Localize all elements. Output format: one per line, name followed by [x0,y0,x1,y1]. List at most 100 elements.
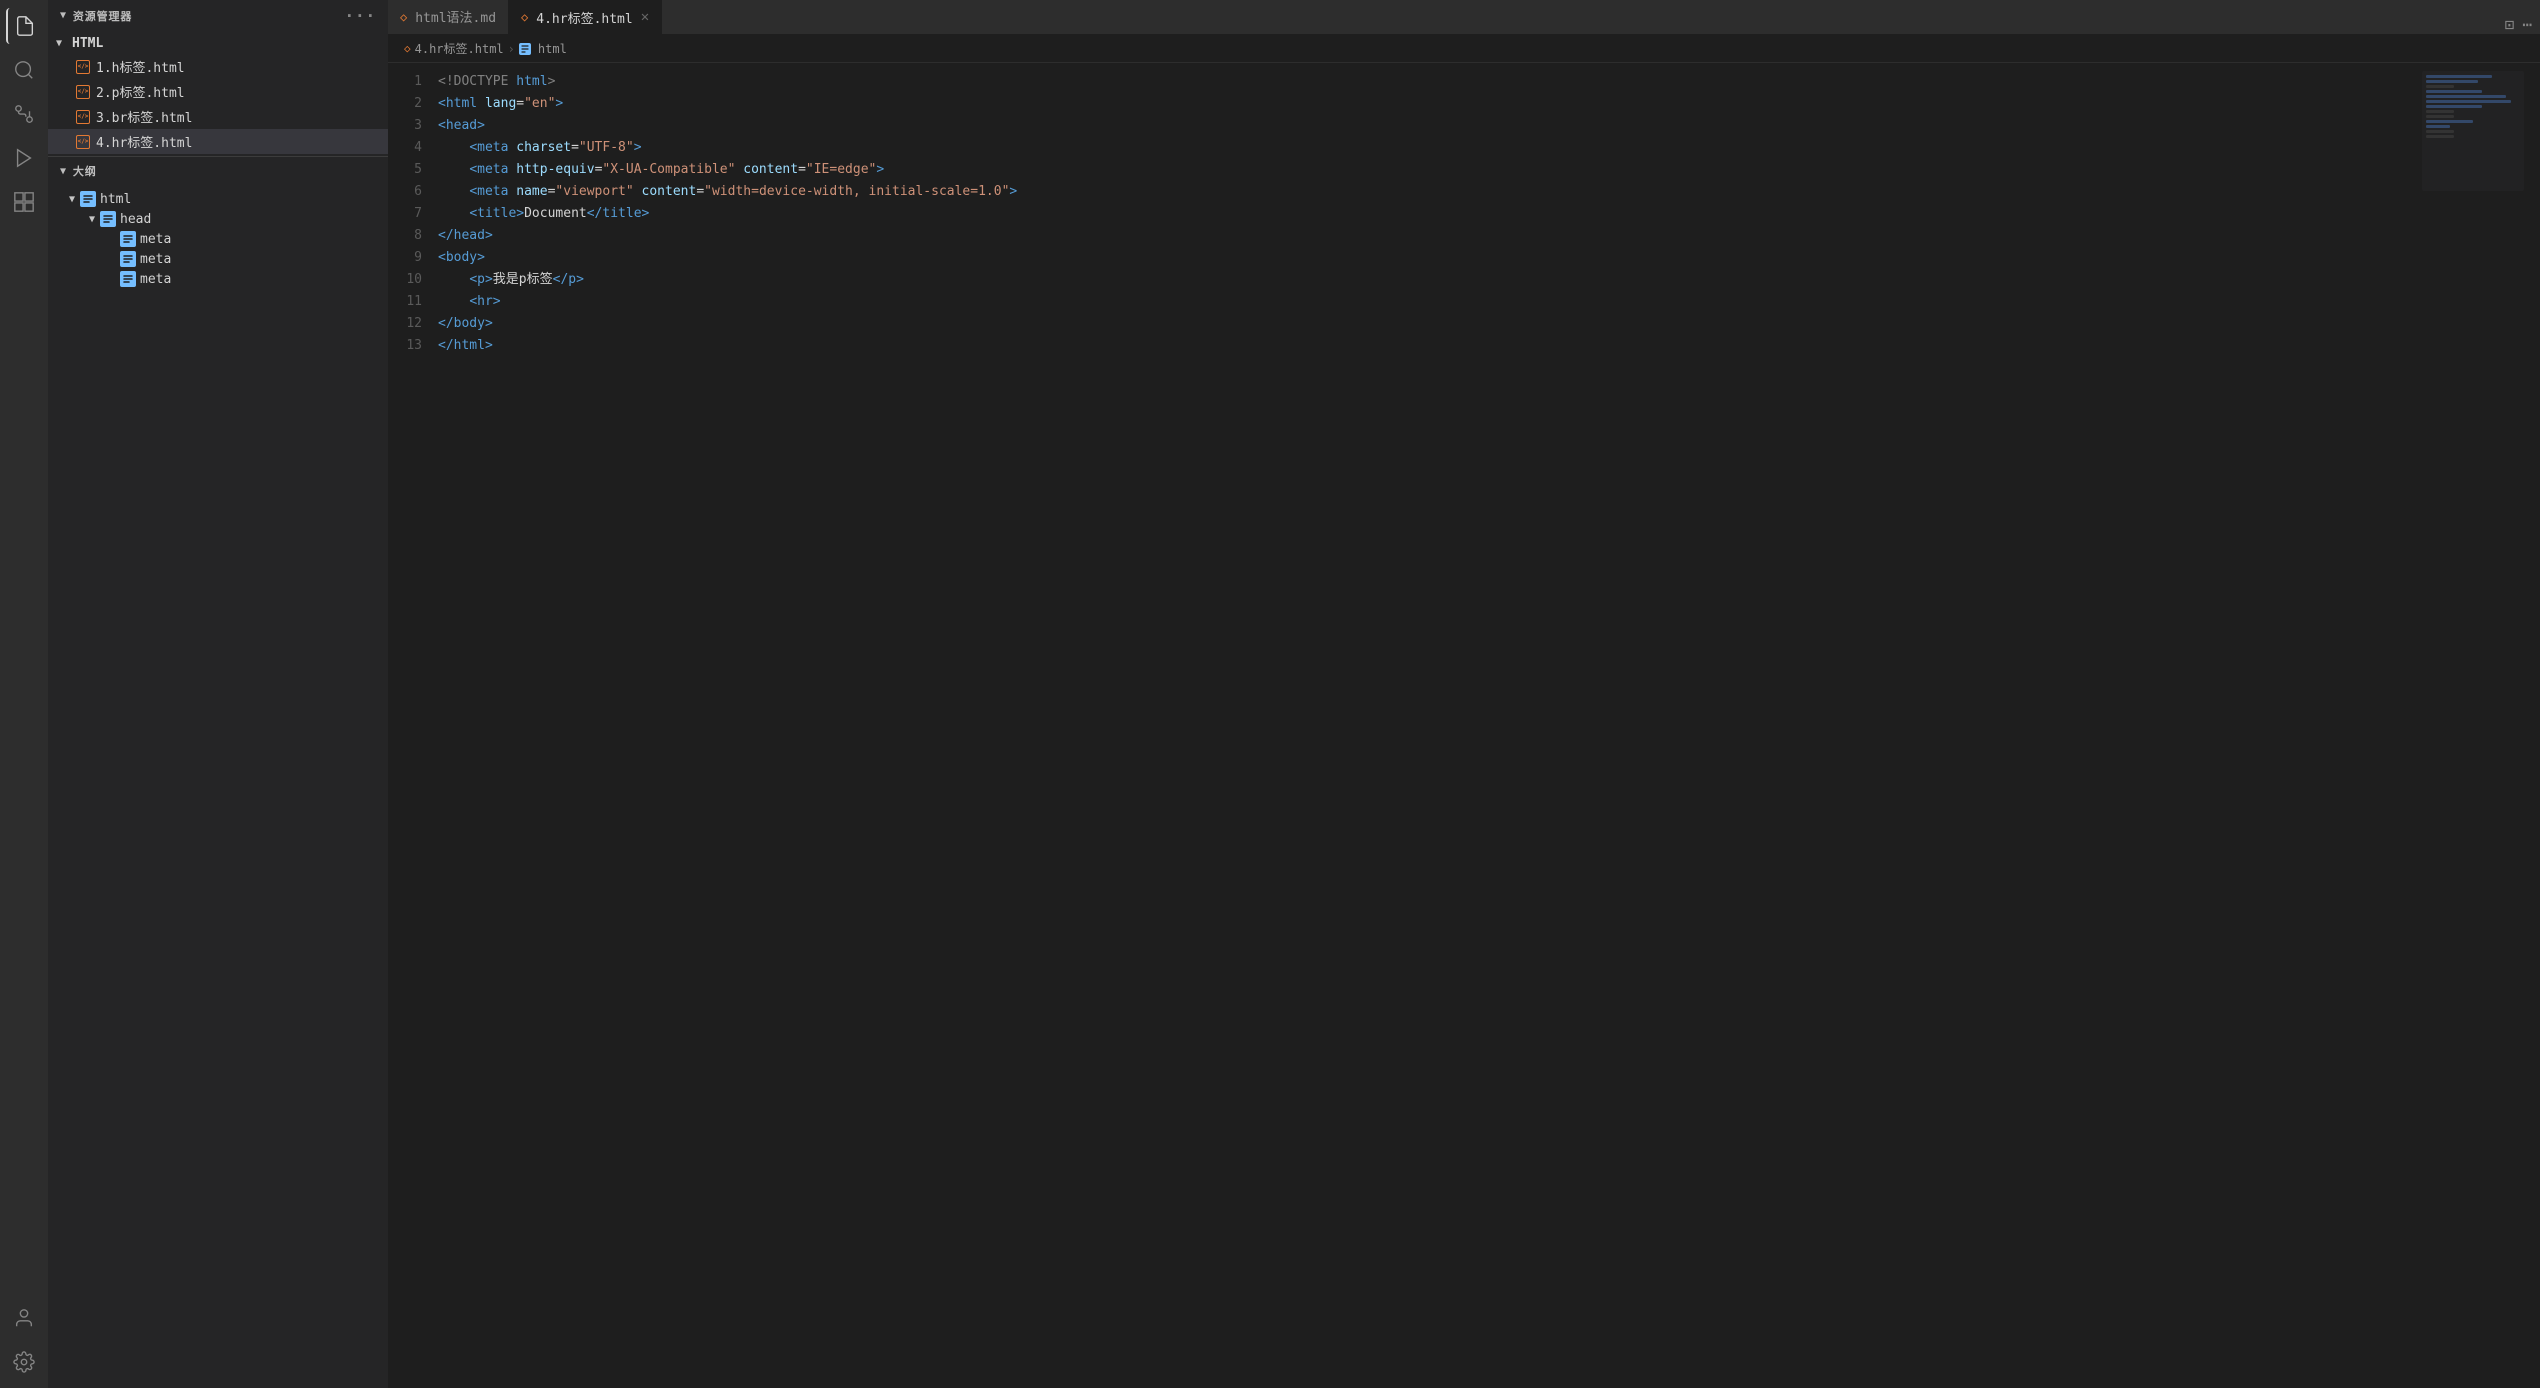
code-line-13: 13 </html> [388,335,2418,357]
breadcrumb-symbol-icon [519,43,531,55]
search-icon[interactable] [6,52,42,88]
code-line-12: 12 </body> [388,313,2418,335]
outline-node-icon-head [100,211,116,227]
outline-label-meta1: meta [140,232,171,247]
html-file-icon-2: </> [76,85,90,99]
line-number-8: 8 [388,226,438,247]
tab-label-2: 4.hr标签.html [536,8,632,27]
outline-item-meta3[interactable]: meta [48,269,388,289]
explorer-title: 资源管理器 [73,8,132,24]
code-line-4: 4 <meta charset="UTF-8"> [388,137,2418,159]
code-line-5: 5 <meta http-equiv="X-UA-Compatible" con… [388,159,2418,181]
code-line-10: 10 <p>我是p标签</p> [388,269,2418,291]
files-icon[interactable] [6,8,42,44]
outline-item-meta2[interactable]: meta [48,249,388,269]
outline-node-icon-meta2 [120,251,136,267]
line-content-11: <hr> [438,292,2418,313]
file-name-3: 3.br标签.html [96,107,192,126]
outline-title: 大纲 [73,163,97,179]
line-number-3: 3 [388,116,438,137]
extensions-icon[interactable] [6,184,42,220]
run-icon[interactable] [6,140,42,176]
breadcrumb-symbol[interactable]: html [519,42,567,56]
outline-label-meta2: meta [140,252,171,267]
code-line-1: 1 <!DOCTYPE html> [388,71,2418,93]
code-editor[interactable]: 1 <!DOCTYPE html> 2 <html lang="en"> 3 <… [388,63,2418,1388]
file-item-2[interactable]: </> 2.p标签.html [48,79,388,104]
explorer-more-button[interactable]: ··· [344,6,376,25]
line-number-10: 10 [388,270,438,291]
folder-label: HTML [72,36,103,51]
editor-scrollbar[interactable] [2528,63,2540,1388]
minimap-content [2422,71,2524,191]
line-content-10: <p>我是p标签</p> [438,270,2418,291]
outline-item-html[interactable]: ▼ html [48,189,388,209]
outline-label-meta3: meta [140,272,171,287]
no-chevron [104,231,120,247]
breadcrumb-separator: › [508,42,515,56]
file-name-4: 4.hr标签.html [96,132,192,151]
explorer-header-title: ▼ 资源管理器 [60,8,132,24]
line-content-3: <head> [438,116,2418,137]
main-editor-area: ◇ html语法.md ◇ 4.hr标签.html ✕ ⊡ ⋯ ◇ 4.hr标签… [388,0,2540,1388]
outline-header-title: ▼ 大纲 [60,163,97,179]
line-content-9: <body> [438,248,2418,269]
line-content-5: <meta http-equiv="X-UA-Compatible" conte… [438,160,2418,181]
file-name-2: 2.p标签.html [96,82,185,101]
chevron-down-icon: ▼ [56,38,62,49]
no-chevron [104,251,120,267]
outline-node-icon-html [80,191,96,207]
line-number-1: 1 [388,72,438,93]
file-item-1[interactable]: </> 1.h标签.html [48,54,388,79]
file-list: </> 1.h标签.html </> 2.p标签.html </> 3.br标签… [48,54,388,154]
minimap[interactable] [2418,63,2528,1388]
tab-close-button[interactable]: ✕ [641,9,649,25]
html-folder-header[interactable]: ▼ HTML [48,33,388,54]
line-content-12: </body> [438,314,2418,335]
code-line-9: 9 <body> [388,247,2418,269]
breadcrumb-symbol-label: html [538,42,567,56]
html-folder: ▼ HTML </> 1.h标签.html </> 2.p标签.html </>… [48,31,388,156]
chevron-down-icon: ▼ [60,10,67,21]
settings-icon[interactable] [6,1344,42,1380]
outline-node-icon-meta1 [120,231,136,247]
line-number-13: 13 [388,336,438,357]
code-line-3: 3 <head> [388,115,2418,137]
tab-hr[interactable]: ◇ 4.hr标签.html ✕ [509,0,662,34]
html-file-icon-4: </> [76,135,90,149]
split-editor-icon[interactable]: ⊡ [2505,15,2515,34]
breadcrumb-file[interactable]: ◇ 4.hr标签.html [404,40,504,57]
no-chevron [104,271,120,287]
code-line-11: 11 <hr> [388,291,2418,313]
html-file-icon-3: </> [76,110,90,124]
html-file-icon-1: </> [76,60,90,74]
outline-label-head: head [120,212,151,227]
explorer-section: ▼ 资源管理器 ··· ▼ HTML </> 1.h标签.html </> 2.… [48,0,388,156]
more-actions-icon[interactable]: ⋯ [2522,15,2532,34]
file-item-4[interactable]: </> 4.hr标签.html [48,129,388,154]
outline-list: ▼ html ▼ head meta [48,185,388,293]
file-name-1: 1.h标签.html [96,57,185,76]
outline-item-meta1[interactable]: meta [48,229,388,249]
outline-item-head[interactable]: ▼ head [48,209,388,229]
explorer-header: ▼ 资源管理器 ··· [48,0,388,31]
code-line-2: 2 <html lang="en"> [388,93,2418,115]
line-number-7: 7 [388,204,438,225]
line-number-6: 6 [388,182,438,203]
line-content-8: </head> [438,226,2418,247]
line-content-13: </html> [438,336,2418,357]
line-number-2: 2 [388,94,438,115]
line-content-6: <meta name="viewport" content="width=dev… [438,182,2418,203]
source-control-icon[interactable] [6,96,42,132]
sidebar: ▼ 资源管理器 ··· ▼ HTML </> 1.h标签.html </> 2.… [48,0,388,1388]
account-icon[interactable] [6,1300,42,1336]
line-number-12: 12 [388,314,438,335]
file-item-3[interactable]: </> 3.br标签.html [48,104,388,129]
line-content-7: <title>Document</title> [438,204,2418,225]
tab-icon-2: ◇ [521,10,528,24]
tab-html-syntax[interactable]: ◇ html语法.md [388,0,509,34]
line-number-4: 4 [388,138,438,159]
tabs-bar: ◇ html语法.md ◇ 4.hr标签.html ✕ ⊡ ⋯ [388,0,2540,35]
tab-actions: ⊡ ⋯ [2505,15,2540,34]
outline-section: ▼ 大纲 ▼ html ▼ head [48,156,388,1388]
